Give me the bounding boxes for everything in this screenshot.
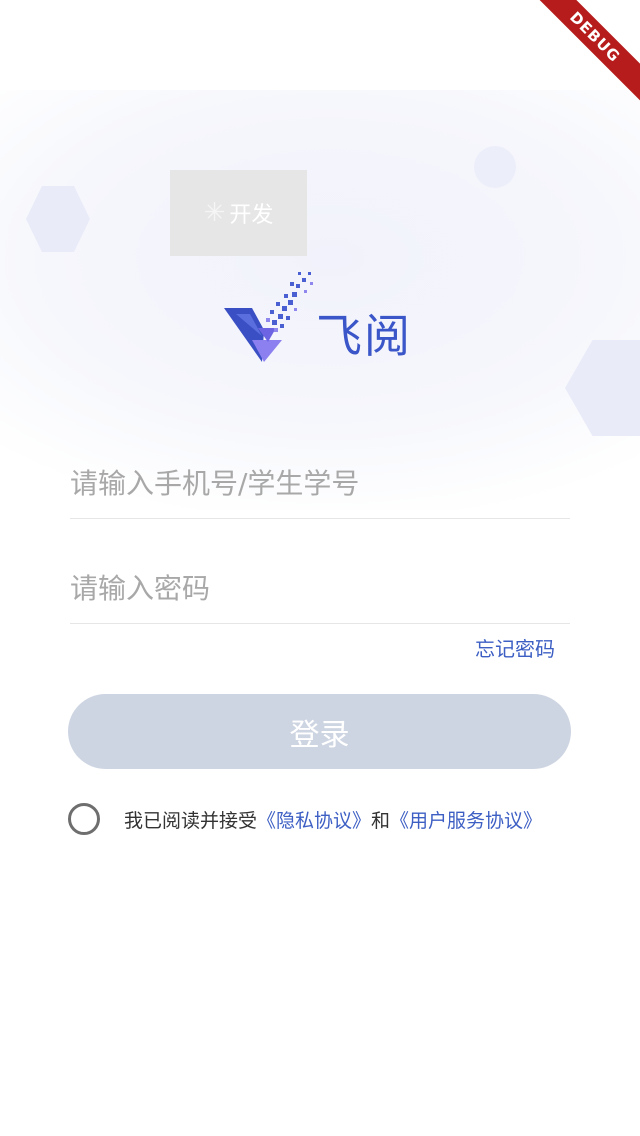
login-button[interactable]: 登录	[68, 694, 571, 769]
account-field	[70, 438, 570, 519]
service-agreement-link[interactable]: 《用户服务协议》	[390, 810, 542, 832]
environment-badge: ✳ 开发	[170, 170, 307, 256]
agreement-conjunction: 和	[371, 809, 391, 832]
environment-badge-label: 开发	[229, 203, 274, 228]
agreement-prefix: 我已阅读并接受	[124, 809, 258, 832]
app-name: 飞阅	[316, 309, 412, 363]
password-input[interactable]	[70, 563, 570, 613]
privacy-policy-link[interactable]: 《隐私协议》	[257, 810, 371, 832]
login-screen: DEBUG ✳ 开发 飞阅 请输入手机号/学生学号 忘记密码 登录 我已阅读并接…	[0, 0, 640, 1136]
debug-banner: DEBUG	[500, 0, 640, 140]
agreement-text: 我已阅读并接受《隐私协议》和《用户服务协议》	[124, 806, 542, 833]
agreement-radio[interactable]	[68, 803, 100, 835]
sparkle-icon: ✳	[203, 198, 226, 228]
forgot-password-link[interactable]: 忘记密码	[475, 633, 555, 662]
agreement-row: 我已阅读并接受《隐私协议》和《用户服务协议》	[68, 802, 542, 836]
background-circle	[474, 146, 516, 188]
debug-banner-label: DEBUG	[525, 0, 640, 107]
password-field	[70, 543, 570, 624]
account-input[interactable]	[70, 458, 570, 508]
